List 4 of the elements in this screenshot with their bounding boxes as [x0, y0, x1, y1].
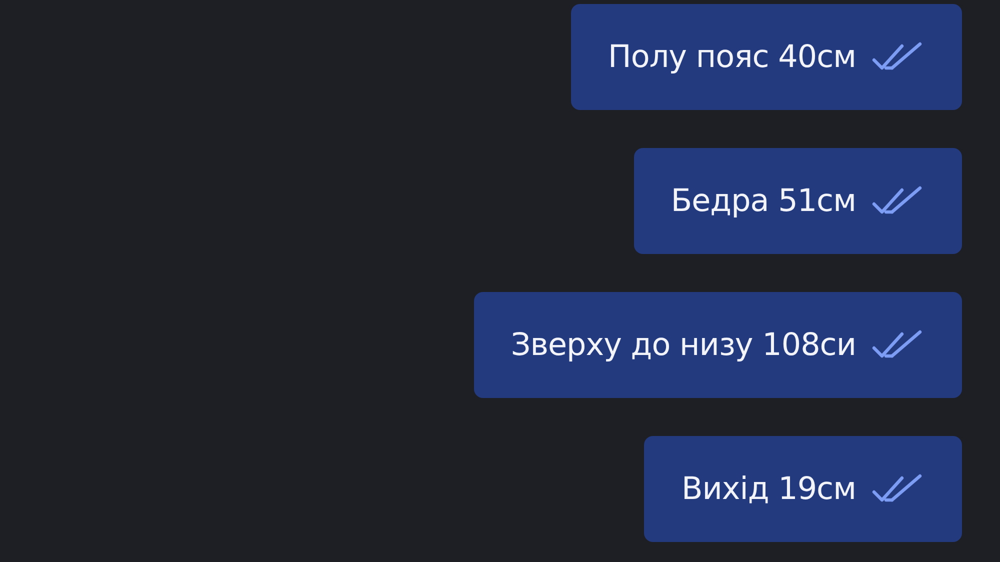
message-text: Зверху до низу 108си [510, 327, 856, 363]
message-text: Полу пояс 40см [608, 39, 856, 75]
message-text: Вихід 19см [681, 471, 856, 507]
message-text: Бедра 51см [670, 183, 856, 219]
